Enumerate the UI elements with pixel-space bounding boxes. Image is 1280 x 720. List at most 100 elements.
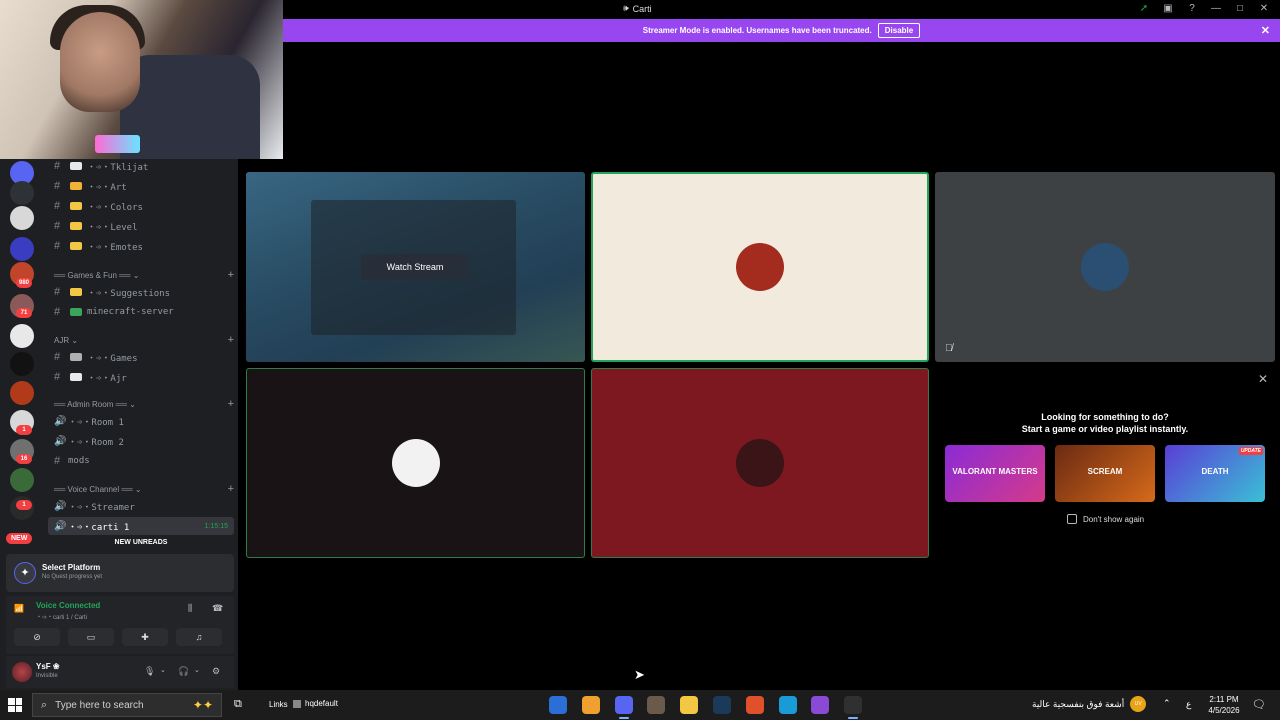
document-icon xyxy=(70,162,82,170)
text-channel[interactable]: # ・➩・Ajr xyxy=(54,368,234,386)
activity-card-label: SCREAM xyxy=(1087,467,1123,476)
server-icon[interactable] xyxy=(10,237,34,261)
share-screen-button[interactable]: ▭ xyxy=(68,628,114,646)
file-explorer-taskbar-icon[interactable] xyxy=(680,696,699,714)
steam-taskbar-icon[interactable] xyxy=(713,696,731,714)
red-app-taskbar-icon[interactable] xyxy=(745,696,764,714)
voice-channel-path[interactable]: ・➩・carti 1 / Carti xyxy=(36,612,87,621)
user-panel: YsF ❀ Invisible 🎙 ⌄ 🎧 ⌄ ⚙ xyxy=(6,656,234,688)
admin-channel[interactable]: 🔊 ・➩・Room 2 xyxy=(54,432,234,450)
participant-tile[interactable] xyxy=(246,368,585,558)
server-icon[interactable] xyxy=(10,468,34,492)
category-ajr[interactable]: AJR ⌄ + xyxy=(54,332,234,348)
close-banner-icon[interactable]: ✕ xyxy=(1261,24,1270,37)
admin-channel[interactable]: # mods xyxy=(54,452,234,470)
taskbar-search-box[interactable]: ⌕ Type here to search ✦✦ xyxy=(32,693,222,717)
orange-app-taskbar-icon[interactable] xyxy=(581,696,600,714)
server-icon[interactable] xyxy=(10,181,34,205)
add-channel-icon[interactable]: + xyxy=(228,398,234,410)
disable-streamer-mode-button[interactable]: Disable xyxy=(877,23,921,38)
server-icon[interactable] xyxy=(10,352,34,376)
headphones-icon[interactable]: 🎧 xyxy=(178,666,189,677)
text-channel[interactable]: # ・➩・Games xyxy=(54,348,234,366)
text-channel[interactable]: # ・➩・Emotes xyxy=(54,237,234,255)
text-channel[interactable]: # ・➩・Level xyxy=(54,217,234,235)
gear-icon[interactable]: ⚙ xyxy=(212,666,220,677)
close-panel-icon[interactable]: ✕ xyxy=(1258,372,1268,386)
channel-name: ・➩・Games xyxy=(87,353,138,364)
text-channel[interactable]: # ・➩・Suggestions xyxy=(54,283,234,301)
voice-channel-streamer[interactable]: 🔊 ・➩・Streamer xyxy=(54,497,234,515)
server-icon[interactable] xyxy=(10,206,34,230)
wifi-status-icon[interactable]: ➚ xyxy=(1138,3,1150,14)
voice-status[interactable]: Voice Connected xyxy=(36,601,100,610)
disconnect-icon[interactable]: ☎ xyxy=(212,603,223,614)
outlook-taskbar-icon[interactable] xyxy=(549,696,567,714)
new-unreads-bar[interactable]: NEW UNREADS xyxy=(48,537,234,549)
hqdefault-item[interactable]: hqdefault xyxy=(293,699,338,708)
quest-panel[interactable]: ✦ Select Platform No Quest progress yet xyxy=(6,554,234,592)
windows-taskbar: ⌕ Type here to search ✦✦ ⧉ Links hqdefau… xyxy=(0,690,1280,720)
admin-channel[interactable]: 🔊 ・➩・Room 1 xyxy=(54,412,234,430)
notification-center-icon[interactable]: 🗨 xyxy=(1252,698,1266,711)
category-voice-channel[interactable]: ══ Voice Channel ══ ⌄ + xyxy=(54,481,234,497)
watch-stream-button[interactable]: Watch Stream xyxy=(361,254,469,280)
text-channel[interactable]: # ・➩・Art xyxy=(54,177,234,195)
server-icon[interactable] xyxy=(10,381,34,405)
activities-button[interactable]: ✚ xyxy=(122,628,168,646)
text-channel[interactable]: # minecraft-server xyxy=(54,303,234,321)
camera-off-button[interactable]: ⊘ xyxy=(14,628,60,646)
windows-start-icon[interactable] xyxy=(8,698,22,712)
dont-show-again[interactable]: Don't show again xyxy=(1067,514,1144,524)
participant-tile[interactable] xyxy=(591,368,929,558)
text-channel[interactable]: # ・➩・Colors xyxy=(54,197,234,215)
server-icon[interactable] xyxy=(10,324,34,348)
participant-tile[interactable]: 🎙̸ xyxy=(935,172,1275,362)
minimize-icon[interactable]: — xyxy=(1210,3,1222,14)
discord-taskbar-icon[interactable] xyxy=(614,696,633,719)
chevron-down-icon[interactable]: ⌄ xyxy=(160,666,166,674)
close-window-icon[interactable]: ✕ xyxy=(1258,3,1270,14)
inbox-icon[interactable]: ▣ xyxy=(1162,3,1174,14)
signal-icon[interactable]: 📶 xyxy=(14,604,24,613)
links-toolbar[interactable]: Links xyxy=(269,700,288,709)
task-view-icon[interactable]: ⧉ xyxy=(234,698,242,711)
edge-taskbar-icon[interactable] xyxy=(778,696,797,714)
add-channel-icon[interactable]: + xyxy=(228,269,234,281)
voice-channel-carti-1[interactable]: 🔊 ・➩・carti 1 1:15:15 xyxy=(48,517,234,535)
weather-widget[interactable]: UV أشعة فوق بنفسجية عالية xyxy=(1032,696,1147,712)
activity-suggestion-panel: ✕ Looking for something to do? Start a g… xyxy=(936,368,1274,558)
category-games-fun[interactable]: ══ Games & Fun ══ ⌄ + xyxy=(54,267,234,283)
new-servers-badge[interactable]: NEW xyxy=(6,533,33,544)
microphone-icon[interactable]: 🎙 xyxy=(144,666,155,677)
activity-card[interactable]: DEATH UPDATE xyxy=(1165,445,1265,502)
purple-app-taskbar-icon[interactable] xyxy=(811,696,830,714)
clock-date: 4/5/2026 xyxy=(1208,706,1240,715)
participant-avatar xyxy=(736,243,784,291)
noise-suppression-icon[interactable]: ⫼ xyxy=(188,603,192,614)
soundboard-button[interactable]: ♫ xyxy=(176,628,222,646)
avatar[interactable] xyxy=(12,662,32,682)
add-channel-icon[interactable]: + xyxy=(228,483,234,495)
participant-tile[interactable] xyxy=(591,172,929,362)
obs-taskbar-icon[interactable] xyxy=(844,696,863,719)
activity-card[interactable]: VALORANT MASTERS xyxy=(945,445,1045,502)
dont-show-again-checkbox[interactable] xyxy=(1067,514,1077,524)
taskbar-clock[interactable]: 2:11 PM 4/5/2026 xyxy=(1204,694,1244,716)
text-channel[interactable]: # ・➩・Tklijat xyxy=(54,157,234,175)
photo-app-taskbar-icon[interactable] xyxy=(647,696,666,714)
input-language[interactable]: ع xyxy=(1186,699,1191,710)
chevron-down-icon[interactable]: ⌄ xyxy=(194,666,200,674)
activity-headline: Looking for something to do? xyxy=(1041,412,1169,422)
show-hidden-icons-icon[interactable]: ⌃ xyxy=(1163,698,1171,709)
add-channel-icon[interactable]: + xyxy=(228,334,234,346)
voice-channel-icon: 🔊 xyxy=(54,435,67,447)
help-icon[interactable]: ? xyxy=(1186,3,1198,14)
category-admin-room[interactable]: ══ Admin Room ══ ⌄ + xyxy=(54,396,234,412)
voice-channel-icon: 🔊 xyxy=(54,415,67,427)
stream-tile[interactable]: Watch Stream xyxy=(246,172,585,362)
webcam-person-body xyxy=(120,55,260,159)
maximize-icon[interactable]: □ xyxy=(1234,3,1246,14)
activity-card[interactable]: SCREAM xyxy=(1055,445,1155,502)
username[interactable]: YsF ❀ xyxy=(36,662,60,671)
